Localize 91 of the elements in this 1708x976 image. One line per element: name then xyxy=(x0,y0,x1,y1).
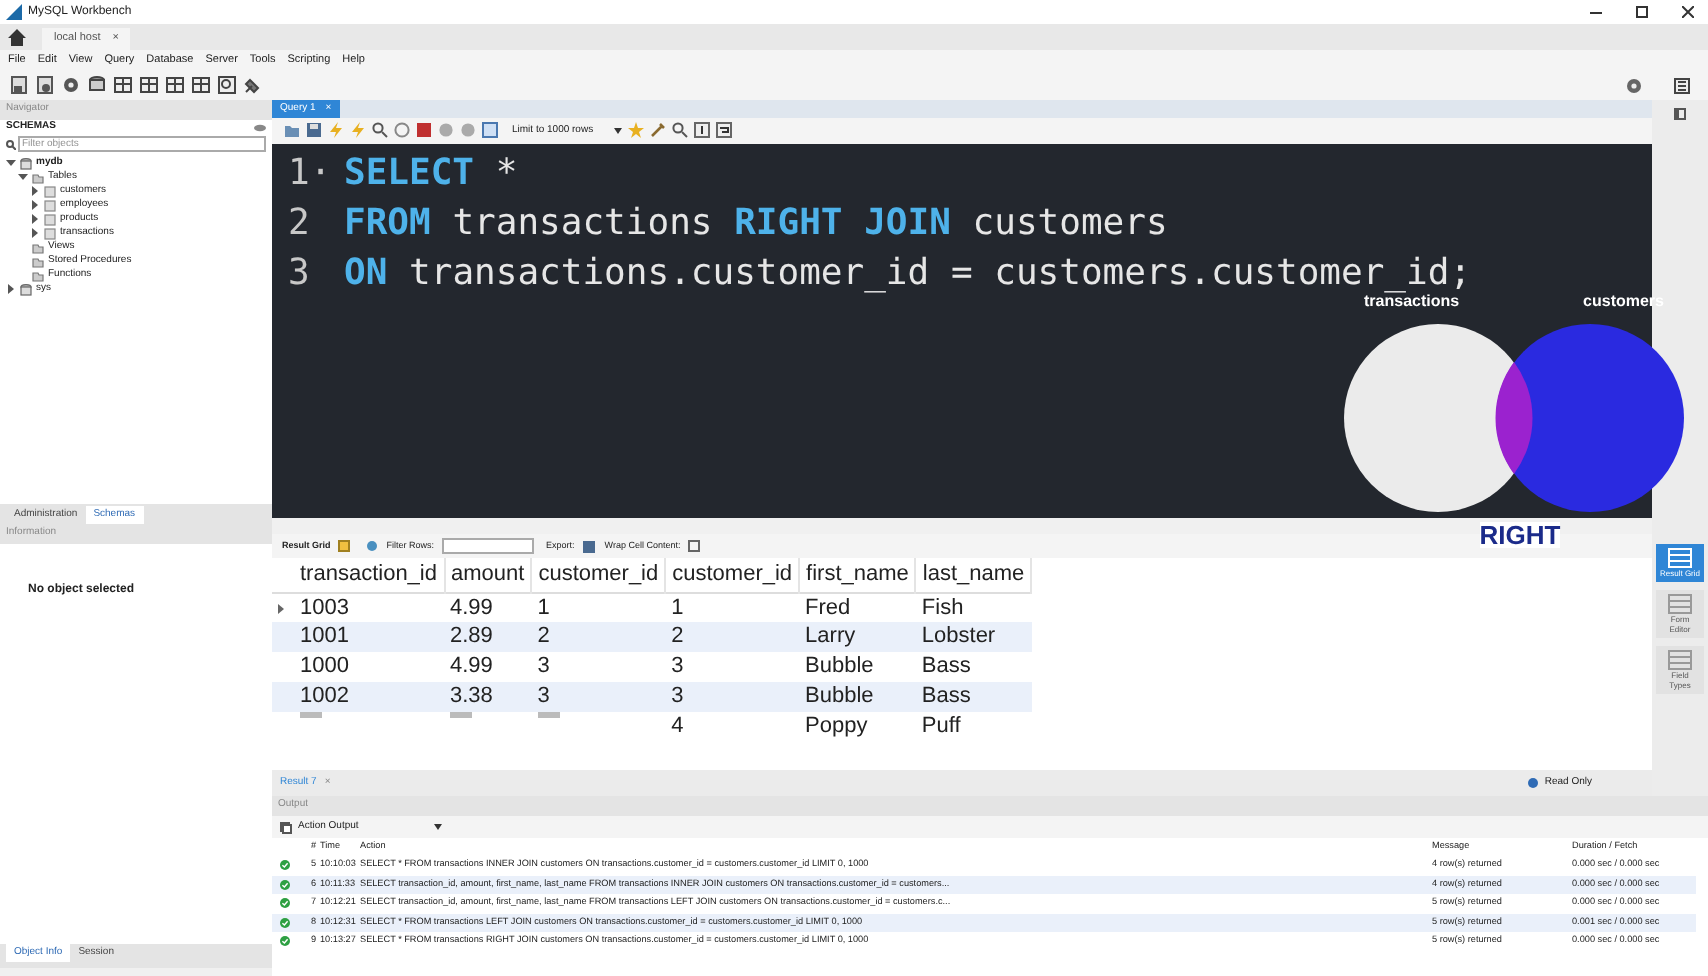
line-number: 3 xyxy=(288,251,310,296)
collapse-arrow-icon[interactable] xyxy=(18,172,28,182)
table-cell: 2 xyxy=(531,622,666,653)
dolphin-logo-icon xyxy=(6,4,22,20)
search-icon xyxy=(6,139,16,149)
grid-icon xyxy=(1668,548,1692,568)
filter-rows-field[interactable] xyxy=(442,538,535,555)
info-icon xyxy=(1528,778,1539,789)
table-cell: 1 xyxy=(531,592,666,623)
copy-icon[interactable] xyxy=(280,821,292,833)
expand-arrow-icon[interactable] xyxy=(6,284,16,294)
null-marker xyxy=(300,711,322,718)
table-cell: Bass xyxy=(915,652,1032,683)
filter-icon xyxy=(366,540,379,553)
folder-icon[interactable] xyxy=(284,122,300,139)
sidebar-toggle-icon[interactable] xyxy=(1674,108,1686,120)
table-cell: Bubble xyxy=(799,652,916,683)
code-line: FROM transactions RIGHT JOIN customers xyxy=(344,201,1170,246)
maximize-icon[interactable] xyxy=(1636,6,1648,18)
close-icon[interactable] xyxy=(1682,6,1694,18)
wrap-icon[interactable] xyxy=(688,540,701,553)
table-cell: Bubble xyxy=(799,682,916,713)
table-cell-text: Puff xyxy=(919,712,963,743)
collapse-arrow-icon[interactable] xyxy=(6,158,16,168)
table-icon[interactable] xyxy=(192,76,210,94)
info-icon[interactable] xyxy=(693,122,710,139)
folder-icon xyxy=(32,171,44,183)
table-cell: Lobster xyxy=(915,622,1032,653)
grid-icon xyxy=(1668,594,1692,614)
table-cell: 1001 xyxy=(294,622,444,653)
minimize-icon[interactable] xyxy=(1590,6,1602,18)
table-cell: 3 xyxy=(531,682,666,713)
code-line: SELECT * xyxy=(344,151,520,196)
table-cell-text: Poppy xyxy=(803,712,870,743)
venn-caption: RIGHT xyxy=(1479,522,1561,548)
database-icon xyxy=(20,157,32,169)
venn-label: transactions xyxy=(1364,292,1460,314)
column-header[interactable]: last_name xyxy=(915,558,1032,593)
star-icon[interactable] xyxy=(627,122,644,139)
table-cell: 1002 xyxy=(294,682,444,713)
gear-icon[interactable] xyxy=(62,76,80,94)
table-cell-text: 4 xyxy=(669,712,686,743)
table-cell: 2.89 xyxy=(444,622,532,653)
table-icon[interactable] xyxy=(166,76,184,94)
document-icon[interactable] xyxy=(36,76,54,94)
table-cell: 2 xyxy=(665,622,800,653)
column-header[interactable]: amount xyxy=(444,558,532,593)
expand-arrow-icon[interactable] xyxy=(30,186,40,196)
wrap-icon[interactable] xyxy=(715,122,732,139)
column-header[interactable]: customer_id xyxy=(531,558,666,593)
table-cell: Fish xyxy=(915,592,1032,623)
code-line: ON transactions.customer_id = customers.customer_id; xyxy=(344,251,1472,294)
table-cell: 3.38 xyxy=(444,682,532,713)
table-cell: 1003 xyxy=(294,592,444,623)
expand-arrow-icon[interactable] xyxy=(30,228,40,238)
table-cell: 4.99 xyxy=(444,652,532,683)
table-cell: 3 xyxy=(531,652,666,683)
settings-icon[interactable] xyxy=(1626,77,1642,93)
table-cell: 1000 xyxy=(294,652,444,683)
table-cell: Bass xyxy=(915,682,1032,713)
table-cell: 3 xyxy=(665,682,800,713)
database-icon[interactable] xyxy=(88,76,106,94)
document-icon[interactable] xyxy=(10,76,28,94)
caret-icon xyxy=(613,127,622,134)
grid-icon xyxy=(1668,650,1692,670)
grid-icon[interactable] xyxy=(338,540,351,553)
database-icon xyxy=(20,283,32,295)
caret-icon xyxy=(434,824,442,830)
null-marker xyxy=(450,711,472,718)
expand-arrow-icon[interactable] xyxy=(30,214,40,224)
null-marker xyxy=(537,711,560,718)
table-icon[interactable] xyxy=(140,76,158,94)
stop-icon[interactable] xyxy=(394,122,410,139)
column-header[interactable]: transaction_id xyxy=(294,558,444,593)
table-cell: 3 xyxy=(665,652,800,683)
line-number: 1· xyxy=(288,151,332,196)
table-cell: Fred xyxy=(799,592,916,623)
broom-icon[interactable] xyxy=(649,122,666,139)
export-icon[interactable] xyxy=(582,539,597,554)
table-cell: 4.99 xyxy=(444,592,532,623)
expand-arrow-icon[interactable] xyxy=(30,200,40,210)
column-header[interactable]: customer_id xyxy=(665,558,800,593)
column-header[interactable]: first_name xyxy=(799,558,916,593)
table-icon[interactable] xyxy=(114,76,132,94)
eye-icon[interactable] xyxy=(254,124,266,132)
table-cell: 1 xyxy=(665,592,800,623)
line-number: 2 xyxy=(288,201,310,246)
layout-icon[interactable] xyxy=(1674,77,1690,93)
home-icon[interactable] xyxy=(8,28,26,46)
save-icon[interactable] xyxy=(306,122,322,139)
table-cell: Larry xyxy=(799,622,916,653)
